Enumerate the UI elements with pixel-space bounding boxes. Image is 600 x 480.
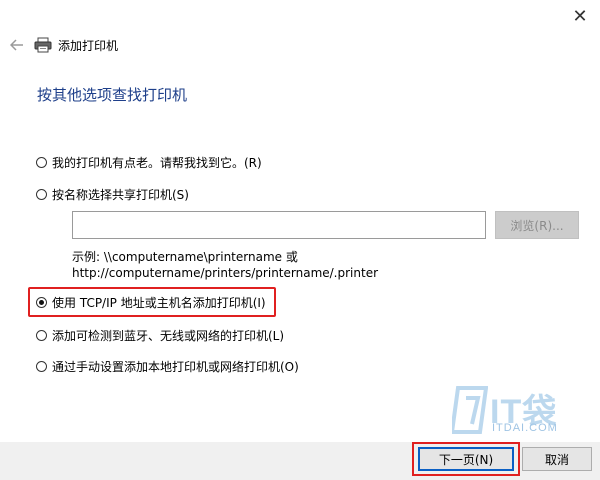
option-bluetooth-wireless[interactable]: 添加可检测到蓝牙、无线或网络的打印机(L)	[36, 327, 284, 344]
radio-button[interactable]	[36, 330, 47, 341]
option-label: 我的打印机有点老。请帮我找到它。(R)	[52, 156, 262, 170]
close-icon: ✕	[572, 5, 588, 27]
option-label: 添加可检测到蓝牙、无线或网络的打印机(L)	[52, 329, 285, 343]
option-manual-settings[interactable]: 通过手动设置添加本地打印机或网络打印机(O)	[36, 358, 299, 375]
radio-button[interactable]	[36, 361, 47, 372]
radio-button[interactable]	[36, 189, 47, 200]
option-label: 通过手动设置添加本地打印机或网络打印机(O)	[52, 360, 299, 374]
option-old-printer[interactable]: 我的打印机有点老。请帮我找到它。(R)	[36, 154, 262, 171]
example-line-1: 示例: \\computername\printername 或	[72, 250, 298, 264]
back-arrow-icon	[10, 39, 23, 51]
window-title: 添加打印机	[58, 38, 119, 53]
example-line-2: http://computername/printers/printername…	[72, 266, 379, 280]
next-highlight-box	[412, 442, 520, 476]
back-button[interactable]	[8, 36, 26, 54]
watermark-domain: ITDAI.COM	[492, 422, 558, 434]
example-text: 示例: \\computername\printername 或 http://…	[72, 249, 378, 281]
browse-button[interactable]: 浏览(R)...	[495, 211, 579, 239]
radio-button[interactable]	[36, 157, 47, 168]
itdai-logo-icon	[452, 386, 488, 434]
close-button[interactable]: ✕	[566, 4, 594, 28]
option-label: 按名称选择共享打印机(S)	[52, 188, 189, 202]
highlight-box	[28, 287, 276, 317]
cancel-button[interactable]: 取消	[522, 447, 592, 471]
printer-icon	[34, 37, 52, 53]
option-shared-printer[interactable]: 按名称选择共享打印机(S)	[36, 186, 189, 203]
shared-printer-name-input[interactable]	[72, 211, 486, 239]
page-title: 按其他选项查找打印机	[37, 86, 188, 104]
window-header: 添加打印机	[8, 34, 118, 56]
watermark: IT袋 ITDAI.COM	[452, 382, 592, 440]
